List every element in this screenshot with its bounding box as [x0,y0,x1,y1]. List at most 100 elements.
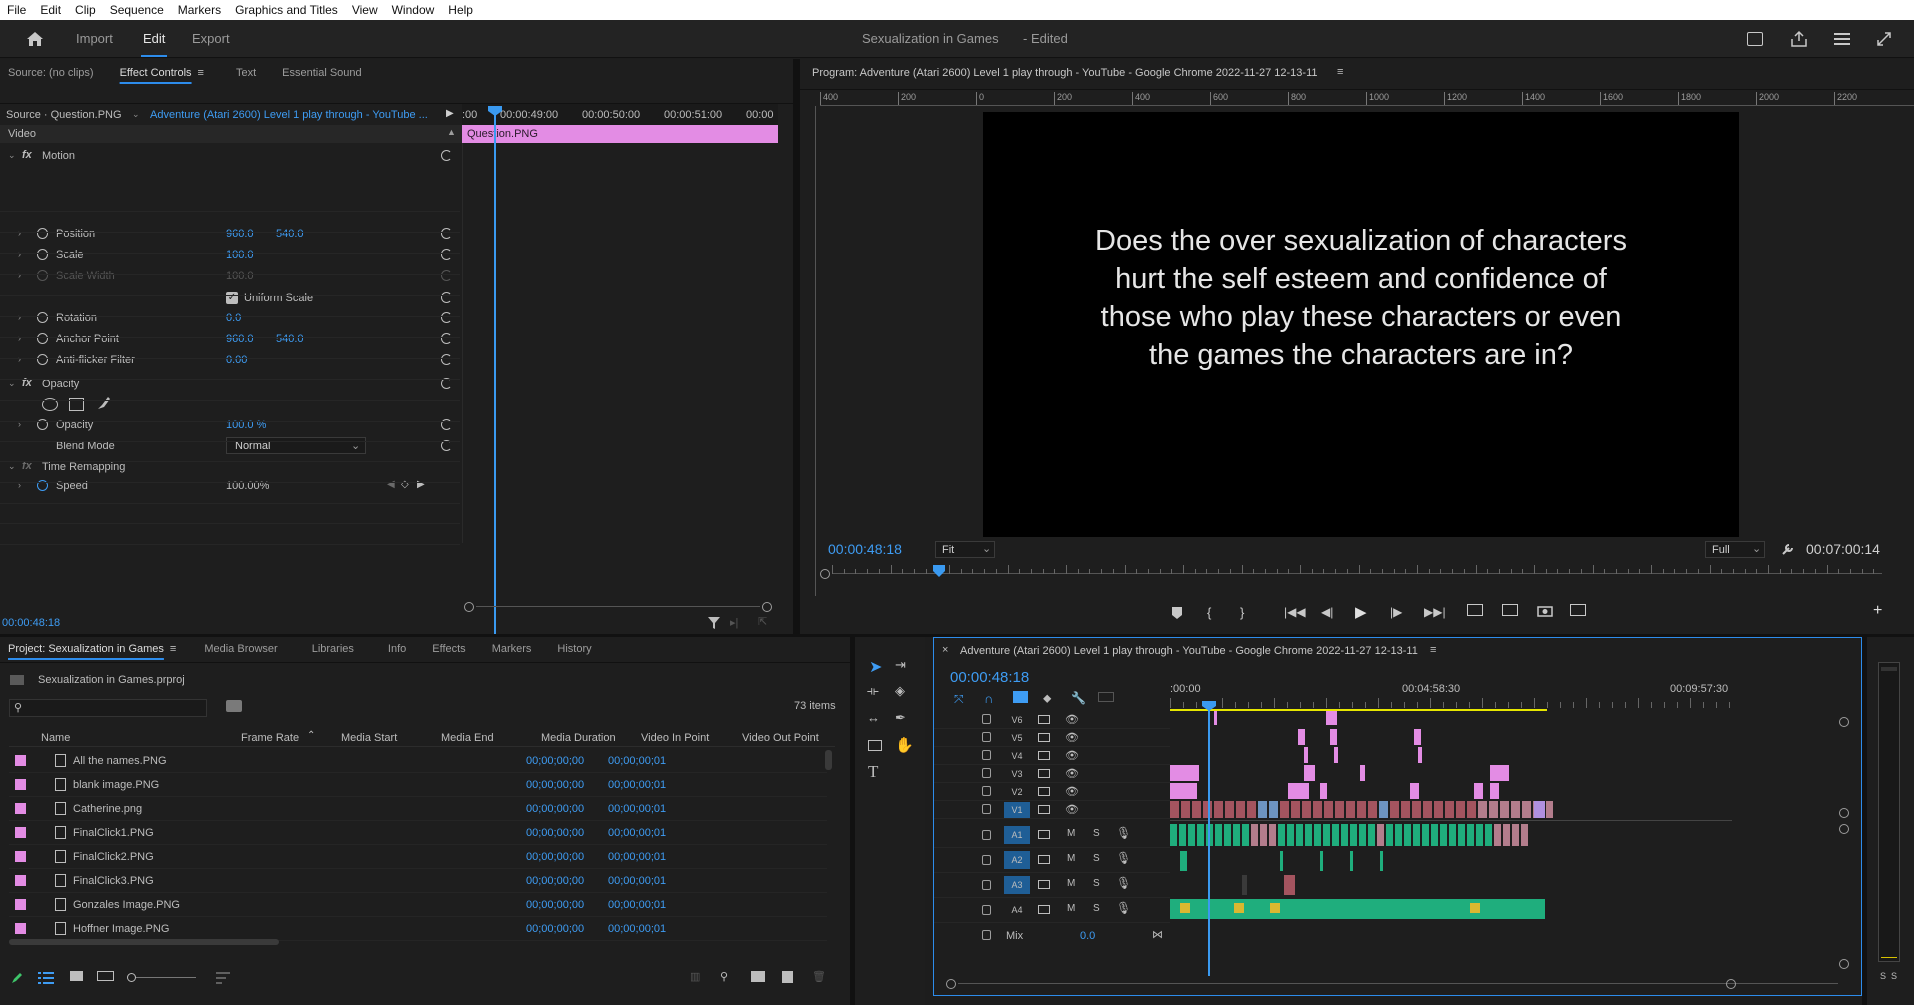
column-frame-rate[interactable]: Frame Rate [241,732,299,744]
video-out-point[interactable]: 00;00;00;01 [608,899,666,911]
video-out-point[interactable]: 00;00;00;01 [608,827,666,839]
panel-menu-icon[interactable]: ≡ [198,67,204,79]
menu-markers[interactable]: Markers [171,3,228,17]
audio-track-header[interactable]: A4 M S 🎙 [934,898,1170,923]
property-value-y[interactable]: 540.0 [276,333,304,345]
audio-clip[interactable] [1215,824,1223,846]
stopwatch-icon[interactable] [37,312,48,323]
project-item-row[interactable]: FinalClick2.PNG 00;00;00;00 00;00;00;01 [9,845,827,869]
audio-clip[interactable] [1233,824,1241,846]
solo-right-label[interactable]: S [1891,971,1897,981]
item-name[interactable]: All the names.PNG [73,755,167,767]
motion-row[interactable]: ⌄ fx Motion [0,147,460,165]
video-clip[interactable] [1360,765,1366,781]
video-in-point[interactable]: 00;00;00;00 [526,923,584,935]
sync-lock-icon[interactable] [1038,805,1050,814]
video-clip[interactable] [1522,801,1532,818]
video-out-point[interactable]: 00;00;00;01 [608,875,666,887]
checkbox-checked-icon[interactable]: ✓ [226,292,238,304]
lock-icon[interactable] [982,930,991,940]
video-clip[interactable] [1288,783,1310,799]
item-name[interactable]: Gonzales Image.PNG [73,899,180,911]
export-frame-icon[interactable] [1537,604,1553,617]
sort-ascending-icon[interactable]: ⌃ [307,730,315,741]
column-media-start[interactable]: Media Start [341,732,397,744]
audio-track-header[interactable]: A2 M S 🎙 [934,848,1170,873]
tab-import[interactable]: Import [76,31,113,46]
label-color-swatch[interactable] [15,899,26,910]
video-clip[interactable] [1313,801,1323,818]
mute-button[interactable]: M [1067,828,1075,839]
button-editor-plus-icon[interactable]: + [1873,602,1882,620]
stopwatch-icon[interactable] [37,354,48,365]
reset-icon[interactable] [441,333,452,344]
pen-mask-icon[interactable] [96,395,112,411]
mix-value[interactable]: 0.0 [1080,930,1095,942]
playback-resolution-select[interactable]: Full ⌄ [1705,541,1765,558]
audio-clip[interactable] [1320,851,1324,871]
sync-lock-icon[interactable] [1038,855,1050,864]
stopwatch-icon[interactable] [37,333,48,344]
video-clip[interactable] [1335,801,1345,818]
tab-edit[interactable]: Edit [143,31,165,46]
solo-button[interactable]: S [1093,878,1100,889]
stopwatch-icon[interactable] [37,249,48,260]
playhead-handle-icon[interactable] [933,565,945,577]
nest-toggle-icon[interactable]: ⤧ [954,692,964,707]
timeline-timecode[interactable]: 00:00:48:18 [950,669,1029,686]
audio-clip[interactable] [1296,824,1304,846]
video-track-header[interactable]: V4 👁 [934,747,1170,765]
sync-lock-icon[interactable] [1038,715,1050,724]
zoom-fit-select[interactable]: Fit ⌄ [935,541,995,558]
video-track-header[interactable]: V2 👁 [934,783,1170,801]
tab-effect-controls[interactable]: Effect Controls [120,67,192,79]
lift-icon[interactable] [1467,604,1483,616]
close-icon[interactable]: × [942,644,948,656]
video-clip[interactable] [1490,765,1510,781]
video-clip[interactable] [1490,783,1500,799]
audio-track-header[interactable]: A3 M S 🎙 [934,873,1170,898]
eye-icon[interactable]: 👁 [1065,731,1079,744]
track-target-label[interactable]: V1 [1004,802,1030,818]
label-color-swatch[interactable] [15,827,26,838]
menu-file[interactable]: File [0,3,33,17]
playhead-line[interactable] [494,109,496,657]
video-clip[interactable] [1170,783,1198,799]
workspaces-menu-icon[interactable] [1834,32,1850,46]
label-color-swatch[interactable] [15,851,26,862]
video-clip[interactable] [1302,801,1312,818]
audio-clip[interactable] [1284,875,1296,895]
tab-effects[interactable]: Effects [432,643,465,655]
track-target-label[interactable]: V6 [1004,712,1030,728]
property-row[interactable]: › Position 960.0 540.0 [0,225,460,243]
source-clip-label[interactable]: Source · Question.PNG [6,109,122,121]
effect-clip-bar[interactable]: Question.PNG [462,125,778,143]
extract-icon[interactable] [1502,604,1518,616]
video-clip[interactable] [1478,801,1488,818]
go-to-out-icon[interactable]: ▶▶| [1424,605,1446,619]
track-target-label[interactable]: V3 [1004,766,1030,782]
fullscreen-icon[interactable] [1876,31,1892,47]
program-video-frame[interactable]: Does the over sexualization of character… [983,112,1739,537]
audio-clip[interactable] [1269,824,1277,846]
scroll-handle[interactable] [1839,959,1849,969]
video-out-point[interactable]: 00;00;00;01 [608,779,666,791]
audio-clip[interactable] [1413,824,1421,846]
track-target-label[interactable]: A4 [1004,901,1030,919]
eye-icon[interactable]: 👁 [1065,803,1079,816]
item-name[interactable]: blank image.PNG [73,779,159,791]
solo-button[interactable]: S [1093,903,1100,914]
video-clip[interactable] [1258,801,1268,818]
video-clip[interactable] [1334,747,1339,763]
collapse-icon[interactable]: ⌄ [8,461,16,472]
program-time-ruler[interactable] [820,565,1906,581]
audio-clip[interactable] [1449,824,1457,846]
reset-icon[interactable] [441,249,452,260]
audio-clip[interactable] [1305,824,1313,846]
column-video-in-point[interactable]: Video In Point [641,732,709,744]
tab-markers[interactable]: Markers [492,643,532,655]
video-out-point[interactable]: 00;00;00;01 [608,755,666,767]
lock-icon[interactable] [982,804,991,814]
video-clip[interactable] [1326,711,1338,725]
property-value-y[interactable]: 540.0 [276,228,304,240]
